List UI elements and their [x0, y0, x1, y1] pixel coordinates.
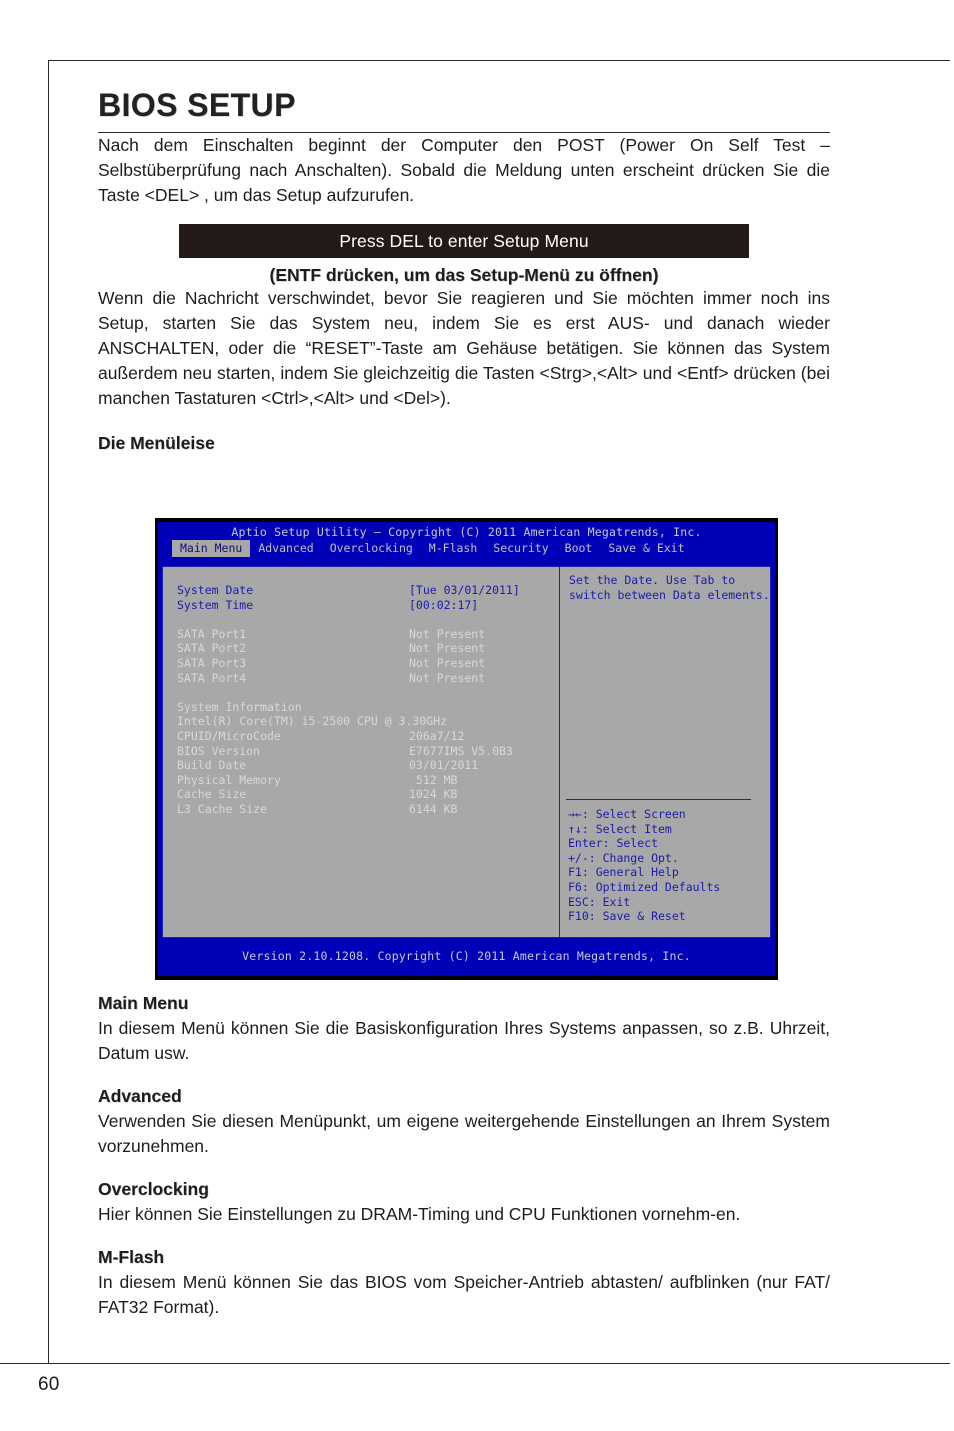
- bios-legend-select-item: ↑↓: Select Item: [568, 821, 672, 836]
- body-overclocking: Hier können Sie Einstellungen zu DRAM-Ti…: [98, 1204, 741, 1224]
- bios-label-sata-port1: SATA Port1: [177, 626, 247, 641]
- bios-system-information-heading: System Information: [177, 699, 302, 714]
- body-advanced: Verwenden Sie diesen Menüpunkt, um eigen…: [98, 1111, 830, 1156]
- bios-help-pane: Set the Date. Use Tab to switch between …: [560, 566, 771, 938]
- bios-spacer: [177, 612, 559, 627]
- bios-label-sata-port2: SATA Port2: [177, 641, 247, 656]
- post-message-caption: (ENTF drücken, um das Setup-Menü zu öffn…: [269, 265, 659, 286]
- bios-row-sata-port1[interactable]: SATA Port1 Not Present: [177, 627, 559, 642]
- bios-label-sata-port3: SATA Port3: [177, 655, 247, 670]
- bios-row-sata-port4[interactable]: SATA Port4 Not Present: [177, 671, 559, 686]
- page-frame-bottom-rule: [0, 1363, 950, 1364]
- bios-value-system-time[interactable]: [00:02:17]: [409, 598, 478, 613]
- heading-menu-bar: Die Menüleise: [98, 433, 215, 454]
- bios-row-l3-cache-size: L3 Cache Size 6144 KB: [177, 802, 559, 817]
- bios-title-bar: Aptio Setup Utility – Copyright (C) 2011…: [158, 522, 775, 540]
- body-m-flash: In diesem Menü können Sie das BIOS vom S…: [98, 1272, 830, 1317]
- menu-descriptions: Main Menu In diesem Menü können Sie die …: [98, 993, 830, 1320]
- bios-value-cache-size: 1024 KB: [409, 787, 458, 802]
- heading-main-menu: Main Menu: [98, 993, 189, 1013]
- bios-row-cache-size: Cache Size 1024 KB: [177, 787, 559, 802]
- bios-value-sata-port4: Not Present: [409, 670, 486, 685]
- bios-label-physical-memory: Physical Memory: [177, 772, 281, 787]
- heading-overclocking: Overclocking: [98, 1179, 209, 1199]
- bios-window: Aptio Setup Utility – Copyright (C) 2011…: [158, 522, 775, 976]
- page-content: BIOS SETUP Nach dem Einschalten beginnt …: [98, 87, 830, 456]
- bios-legend-select-screen: →←: Select Screen: [568, 807, 686, 821]
- bios-label-bios-version: BIOS Version: [177, 743, 261, 758]
- bios-body: System Date [Tue 03/01/2011] System Time…: [162, 566, 771, 938]
- bios-screenshot: Aptio Setup Utility – Copyright (C) 2011…: [155, 518, 778, 980]
- bios-spacer-2: [177, 685, 559, 700]
- bios-tab-security[interactable]: Security: [485, 540, 556, 557]
- bios-help-line-1: Set the Date. Use Tab to: [569, 573, 736, 587]
- bios-tab-m-flash[interactable]: M-Flash: [421, 540, 485, 557]
- bios-row-physical-memory: Physical Memory 512 MB: [177, 773, 559, 788]
- bios-legend-enter-select: Enter: Select: [568, 836, 659, 851]
- bios-tab-advanced[interactable]: Advanced: [250, 540, 321, 557]
- bios-label-cache-size: Cache Size: [177, 787, 247, 802]
- restart-instructions-paragraph: Wenn die Nachricht verschwindet, bevor S…: [98, 288, 830, 409]
- bios-key-legend: →←: Select Screen ↑↓: Select Item Enter:…: [568, 807, 720, 924]
- page-frame-left-rule: [48, 60, 49, 1363]
- bios-value-build-date: 03/01/2011: [409, 758, 479, 773]
- bios-value-cpuid-microcode: 206a7/12: [409, 728, 465, 743]
- bios-legend-save-reset: F10: Save & Reset: [568, 909, 686, 924]
- page-title: BIOS SETUP: [98, 87, 296, 123]
- post-message-text: Press DEL to enter Setup Menu: [339, 230, 589, 251]
- bios-row-system-date[interactable]: System Date [Tue 03/01/2011]: [177, 583, 559, 598]
- bios-menu-tabs: Main Menu Advanced Overclocking M-Flash …: [158, 540, 775, 557]
- bios-value-system-date[interactable]: [Tue 03/01/2011]: [409, 583, 520, 598]
- bios-row-build-date: Build Date 03/01/2011: [177, 758, 559, 773]
- bios-row-sata-port3[interactable]: SATA Port3 Not Present: [177, 656, 559, 671]
- bios-label-l3-cache-size: L3 Cache Size: [177, 801, 268, 816]
- bios-label-sata-port4: SATA Port4: [177, 670, 247, 685]
- bios-tab-save-exit[interactable]: Save & Exit: [600, 540, 692, 557]
- bios-tab-overclocking[interactable]: Overclocking: [322, 540, 421, 557]
- bios-value-bios-version: E7677IMS V5.0B3: [409, 743, 513, 758]
- body-main-menu: In diesem Menü können Sie die Basiskonfi…: [98, 1018, 830, 1063]
- bios-legend-general-help: F1: General Help: [568, 865, 679, 880]
- bios-label-cpuid-microcode: CPUID/MicroCode: [177, 728, 281, 743]
- heading-advanced: Advanced: [98, 1086, 182, 1106]
- bios-row-system-time[interactable]: System Time [00:02:17]: [177, 598, 559, 613]
- bios-tab-boot[interactable]: Boot: [557, 540, 601, 557]
- bios-value-physical-memory: 512 MB: [409, 772, 458, 787]
- bios-row-sata-port2[interactable]: SATA Port2 Not Present: [177, 641, 559, 656]
- bios-settings-pane: System Date [Tue 03/01/2011] System Time…: [162, 566, 560, 938]
- bios-value-l3-cache-size: 6144 KB: [409, 801, 458, 816]
- bios-legend-change-opt: +/-: Change Opt.: [568, 850, 679, 865]
- post-message-banner: Press DEL to enter Setup Menu: [179, 224, 749, 259]
- bios-legend-esc-exit: ESC: Exit: [568, 894, 631, 909]
- bios-footer-version: Version 2.10.1208. Copyright (C) 2011 Am…: [162, 946, 771, 966]
- bios-row-cpuid-microcode: CPUID/MicroCode 206a7/12: [177, 729, 559, 744]
- bios-value-sata-port1: Not Present: [409, 626, 486, 641]
- page-number: 60: [38, 1374, 60, 1395]
- heading-m-flash: M-Flash: [98, 1247, 165, 1267]
- bios-tab-main-menu[interactable]: Main Menu: [172, 540, 251, 557]
- intro-paragraph: Nach dem Einschalten beginnt der Compute…: [98, 135, 830, 206]
- page-frame-top-rule: [48, 60, 950, 61]
- bios-help-line-2: switch between Data elements.: [569, 587, 770, 602]
- bios-row-bios-version: BIOS Version E7677IMS V5.0B3: [177, 744, 559, 759]
- bios-label-system-time: System Time: [177, 597, 254, 612]
- bios-value-sata-port3: Not Present: [409, 655, 486, 670]
- bios-value-sata-port2: Not Present: [409, 641, 486, 656]
- bios-label-build-date: Build Date: [177, 758, 247, 773]
- bios-legend-optimized-defaults: F6: Optimized Defaults: [568, 879, 721, 894]
- bios-label-system-date: System Date: [177, 583, 254, 597]
- bios-legend-separator: [566, 799, 751, 800]
- bios-cpu-model: Intel(R) Core(TM) i5-2500 CPU @ 3.30GHz: [177, 714, 448, 729]
